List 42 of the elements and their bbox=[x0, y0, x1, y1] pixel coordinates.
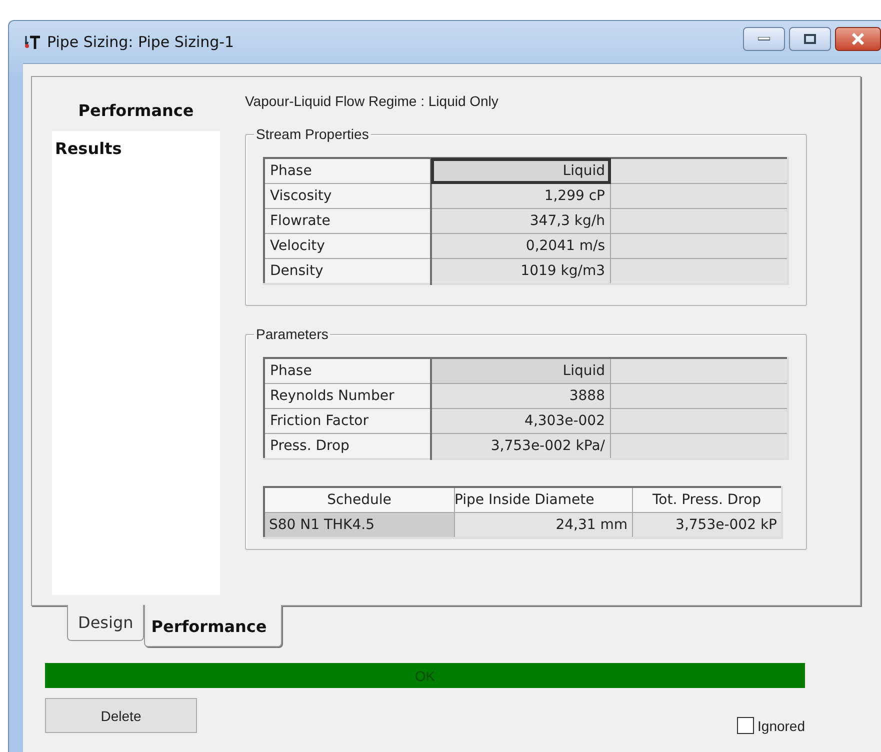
property-value[interactable]: 1,299 cP bbox=[431, 184, 610, 208]
maximize-icon bbox=[804, 34, 816, 44]
property-value[interactable]: 347,3 kg/h bbox=[431, 208, 610, 234]
close-button[interactable] bbox=[835, 27, 881, 51]
property-value[interactable]: 0,2041 m/s bbox=[431, 234, 610, 258]
delete-button[interactable]: Delete bbox=[45, 698, 197, 733]
property-label: Phase bbox=[264, 358, 431, 384]
ignored-checkbox[interactable] bbox=[736, 717, 754, 734]
property-label: Friction Factor bbox=[264, 408, 431, 434]
tab[interactable]: Performance bbox=[144, 605, 282, 647]
minimize-icon bbox=[758, 37, 770, 41]
app-icon bbox=[25, 34, 41, 50]
flow-regime-label: Vapour-Liquid Flow Regime : Liquid Only bbox=[245, 93, 500, 111]
property-value[interactable]: 3,753e-002 kPa/ bbox=[431, 434, 610, 459]
property-label: Velocity bbox=[264, 234, 431, 258]
window-title: Pipe Sizing: Pipe Sizing-1 bbox=[47, 33, 234, 51]
checkbox-label: Ignored bbox=[758, 718, 805, 734]
property-value[interactable]: 1019 kg/m3 bbox=[431, 258, 610, 284]
property-value[interactable]: 3888 bbox=[431, 384, 610, 408]
tab[interactable]: Design bbox=[67, 605, 144, 641]
property-value[interactable]: 4,303e-002 bbox=[431, 408, 610, 434]
property-value[interactable]: Liquid bbox=[431, 158, 610, 184]
column-header[interactable]: Pipe Inside Diamete bbox=[454, 487, 632, 512]
maximize-button[interactable] bbox=[789, 27, 831, 51]
section-heading: Performance bbox=[77, 100, 195, 122]
column-header[interactable]: Tot. Press. Drop bbox=[632, 487, 782, 512]
table-cell: 24,31 mm bbox=[454, 512, 632, 538]
column-header[interactable]: Schedule bbox=[264, 487, 454, 512]
table-cell: 3,753e-002 kP bbox=[632, 512, 782, 538]
property-label: Flowrate bbox=[264, 208, 431, 234]
property-label: Reynolds Number bbox=[264, 384, 431, 408]
property-label: Density bbox=[264, 258, 431, 284]
property-label: Phase bbox=[264, 158, 431, 184]
sidebar-item[interactable]: Results bbox=[52, 135, 220, 162]
group-title: Stream Properties bbox=[254, 126, 371, 142]
property-label: Viscosity bbox=[264, 184, 431, 208]
close-icon bbox=[851, 33, 865, 45]
property-label: Press. Drop bbox=[264, 434, 431, 459]
table-cell: S80 N1 THK4.5 bbox=[264, 512, 454, 538]
group-title: Parameters bbox=[254, 326, 330, 342]
minimize-button[interactable] bbox=[743, 27, 785, 51]
property-value[interactable]: Liquid bbox=[431, 358, 610, 384]
